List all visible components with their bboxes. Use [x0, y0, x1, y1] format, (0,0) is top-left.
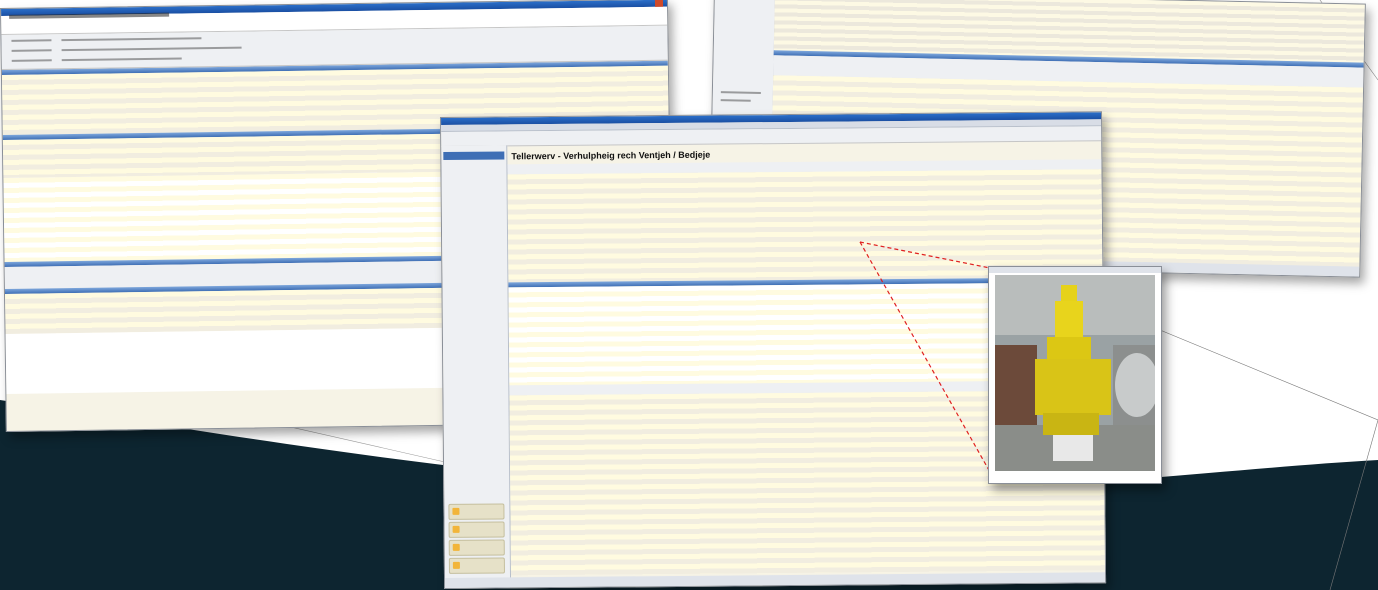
callout-lines [859, 241, 1001, 473]
photo-window [988, 266, 1162, 484]
valve-photo [995, 275, 1155, 471]
